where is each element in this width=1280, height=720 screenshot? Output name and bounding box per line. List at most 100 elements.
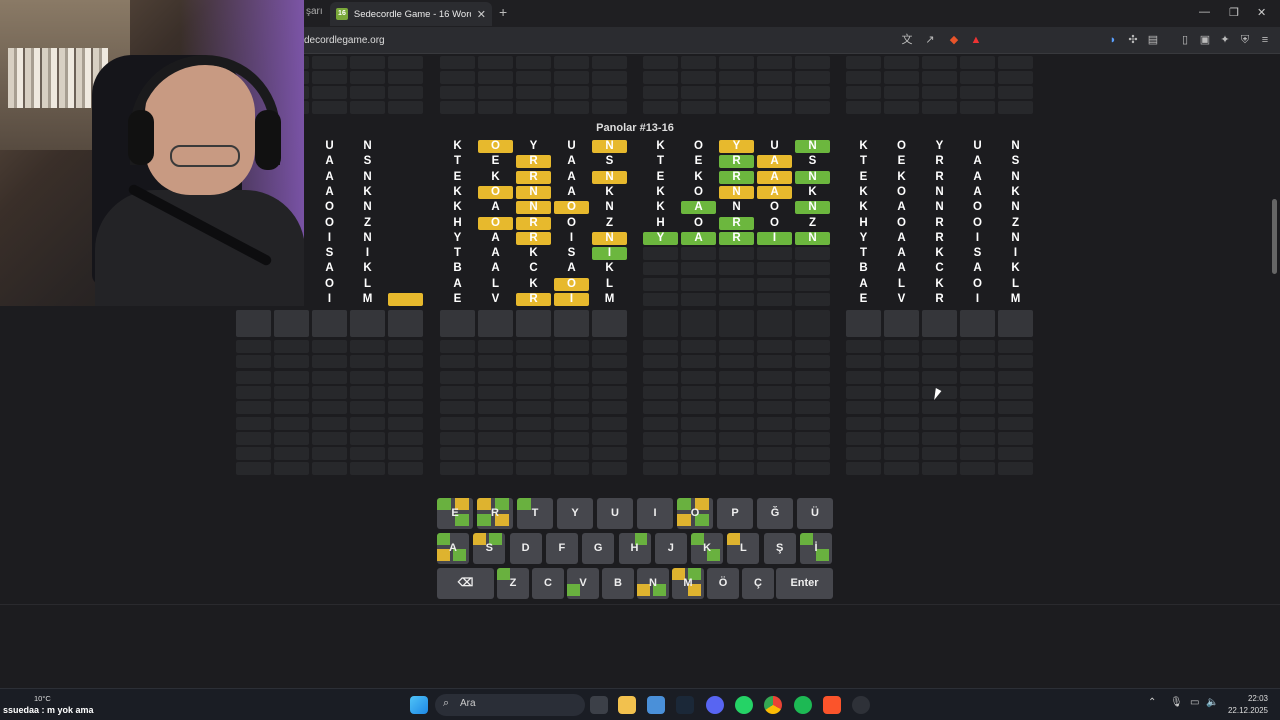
minimize-icon[interactable]: — (1199, 6, 1210, 18)
letter-tile: K (656, 185, 665, 198)
sparkle-icon[interactable]: ✦ (1218, 33, 1232, 47)
media-icon[interactable]: ▤ (1146, 33, 1160, 47)
key-ş[interactable]: Ş (763, 533, 796, 564)
task-view-icon[interactable] (590, 696, 608, 714)
empty-tile (998, 401, 1033, 415)
close-tab-icon[interactable]: ✕ (477, 8, 486, 21)
key-y[interactable]: Y (557, 498, 593, 529)
empty-tile (681, 277, 716, 291)
weather-temp[interactable]: 10°C (34, 694, 51, 703)
key-t[interactable]: T (517, 498, 553, 529)
empty-tile (478, 431, 513, 445)
empty-tile (388, 86, 423, 99)
brave-shield-icon[interactable]: ◆ (947, 33, 961, 47)
taskbar-search[interactable]: ⌕ Ara (435, 694, 585, 716)
page-scrollbar[interactable] (1270, 54, 1278, 684)
steam-icon[interactable] (676, 696, 694, 714)
letter-tile: U (770, 140, 779, 152)
input-tile (757, 310, 792, 337)
spotify-icon[interactable] (794, 696, 812, 714)
letter-tile: K (491, 170, 500, 183)
system-clock[interactable]: 22:03 22.12.2025 (1226, 693, 1268, 717)
key-ğ[interactable]: Ğ (757, 498, 793, 529)
windows-start-icon[interactable] (410, 696, 428, 714)
volume-icon[interactable]: 🔈 (1206, 697, 1218, 708)
enter-button[interactable]: Enter (776, 568, 833, 599)
file-explorer-icon[interactable] (618, 696, 636, 714)
key-g[interactable]: G (582, 533, 615, 564)
url-text[interactable]: decordlegame.org (304, 35, 385, 46)
empty-tile (922, 71, 957, 84)
key-b[interactable]: B (602, 568, 634, 599)
previous-tab-fragment[interactable]: şarı (306, 6, 323, 17)
input-tile (922, 310, 957, 337)
extensions-icon[interactable]: ✣ (1126, 33, 1140, 47)
discord-icon[interactable] (706, 696, 724, 714)
empty-tile (274, 447, 309, 461)
whatsapp-icon[interactable] (735, 696, 753, 714)
share-icon[interactable]: ↗ (923, 33, 937, 47)
empty-tile (274, 401, 309, 415)
key-c[interactable]: C (532, 568, 564, 599)
key-h[interactable]: H (618, 533, 651, 564)
new-tab-icon[interactable]: + (499, 4, 507, 20)
key-u[interactable]: U (597, 498, 633, 529)
empty-tile (681, 462, 716, 476)
leo-ai-icon[interactable]: ◗ (1106, 33, 1120, 47)
active-tab[interactable]: 16 Sedecordle Game - 16 Words W ✕ (330, 2, 492, 26)
key-ö[interactable]: Ö (707, 568, 739, 599)
key-j[interactable]: J (654, 533, 687, 564)
key-m[interactable]: M (672, 568, 704, 599)
key-label: Ş (776, 542, 784, 554)
sidebar-icon[interactable]: ▯ (1178, 33, 1192, 47)
wallet-icon[interactable]: ▣ (1198, 33, 1212, 47)
microphone-tray-icon[interactable]: 🎙 (1170, 697, 1183, 708)
letter-tile: O (478, 185, 513, 199)
store-icon[interactable] (647, 696, 665, 714)
letter-tile: R (935, 170, 944, 183)
translate-icon[interactable]: 文 (900, 33, 914, 47)
letter-tile: O (554, 277, 589, 291)
network-icon[interactable]: ▭ (1190, 697, 1199, 708)
sedecordle-favicon-icon: 16 (336, 8, 348, 20)
key-n[interactable]: N (637, 568, 669, 599)
vpn-shield-icon[interactable]: ⛨ (1238, 33, 1252, 47)
key-ü[interactable]: Ü (797, 498, 833, 529)
key-i[interactable]: I (637, 498, 673, 529)
key-v[interactable]: V (567, 568, 599, 599)
backspace-icon[interactable]: ⌫ (437, 568, 494, 599)
key-k[interactable]: K (691, 533, 724, 564)
key-e[interactable]: E (437, 498, 473, 529)
key-z[interactable]: Z (497, 568, 529, 599)
empty-tile (592, 447, 627, 461)
letter-tile: A (491, 247, 500, 260)
empty-tile (846, 462, 881, 476)
brave-rewards-icon[interactable]: ▲ (969, 33, 983, 47)
empty-tile (757, 447, 792, 461)
letter-tile: E (453, 170, 462, 183)
empty-tile (388, 56, 423, 69)
brave-icon[interactable] (823, 696, 841, 714)
close-window-icon[interactable]: ✕ (1257, 6, 1266, 19)
key-s[interactable]: S (473, 533, 506, 564)
key-f[interactable]: F (545, 533, 578, 564)
empty-tile (274, 370, 309, 384)
empty-tile (681, 71, 716, 84)
key-p[interactable]: P (717, 498, 753, 529)
empty-tile (554, 370, 589, 384)
key-ç[interactable]: Ç (742, 568, 774, 599)
key-d[interactable]: D (509, 533, 542, 564)
key-o[interactable]: O (677, 498, 713, 529)
key-r[interactable]: R (477, 498, 513, 529)
restore-icon[interactable]: ❐ (1229, 6, 1239, 19)
key-label: Ç (754, 577, 762, 589)
menu-icon[interactable]: ≡ (1258, 33, 1272, 47)
tray-overflow-icon[interactable]: ⌃ (1148, 697, 1156, 708)
key-i̇[interactable]: İ (800, 533, 832, 564)
key-a[interactable]: A (437, 533, 469, 564)
obs-icon[interactable] (852, 696, 870, 714)
empty-tile (719, 385, 754, 399)
key-l[interactable]: L (727, 533, 760, 564)
chrome-icon[interactable] (764, 696, 782, 714)
scrollbar-thumb[interactable] (1272, 199, 1277, 274)
